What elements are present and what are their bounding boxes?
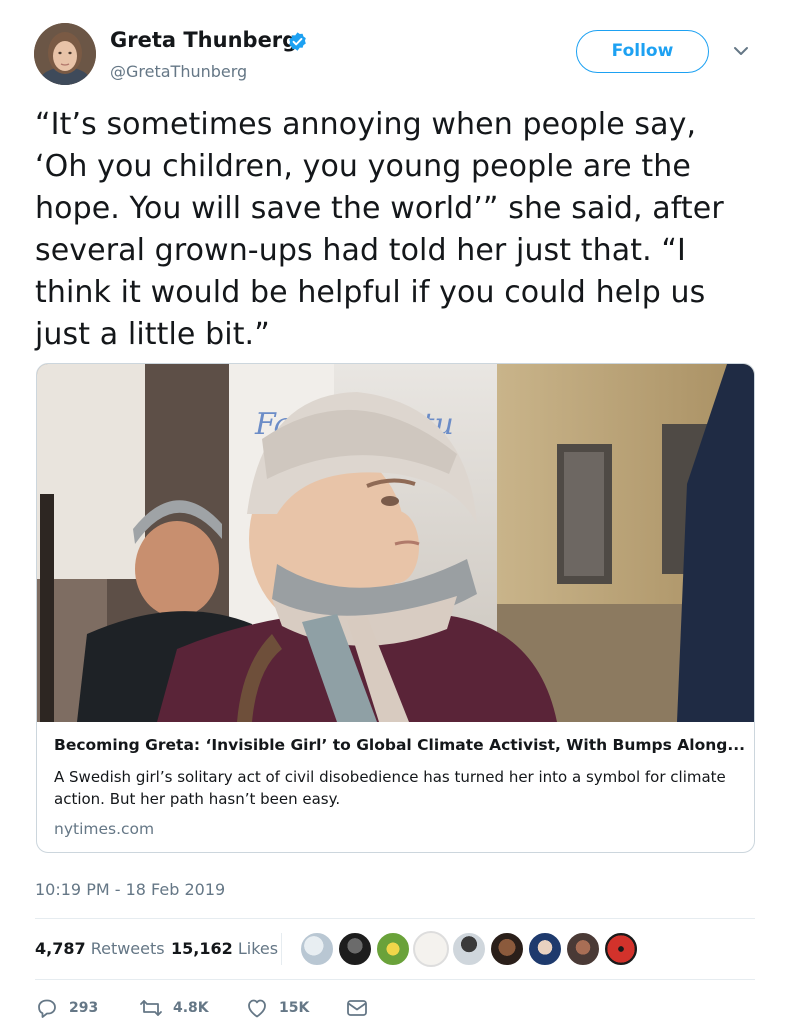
tweet-text: “It’s sometimes annoying when people say… [35, 104, 765, 356]
retweets-stat[interactable]: 4,787 Retweets [35, 939, 165, 958]
retweet-count: 4.8K [173, 1000, 209, 1016]
liker-avatar[interactable] [603, 931, 639, 967]
tweet-line: hope. You will save the world’” she said… [35, 191, 724, 226]
retweet-icon [140, 1000, 162, 1016]
tweet-line: “It’s sometimes annoying when people say… [35, 107, 697, 142]
likes-count: 15,162 [171, 939, 233, 958]
divider [35, 979, 755, 980]
verified-badge-icon [289, 32, 306, 51]
link-card[interactable]: Fath Fu Futu Becoming Greta: ‘Invisible … [36, 363, 755, 853]
card-body: Becoming Greta: ‘Invisible Girl’ to Glob… [37, 722, 754, 852]
tweet-line: think it would be helpful if you could h… [35, 275, 706, 310]
chevron-down-icon[interactable] [733, 45, 749, 57]
author-name[interactable]: Greta Thunberg [110, 28, 297, 52]
author-avatar[interactable] [34, 23, 96, 85]
like-count: 15K [279, 1000, 310, 1016]
liker-avatar[interactable] [413, 931, 449, 967]
card-image: Fath Fu Futu [37, 364, 754, 722]
stats-separator [281, 933, 282, 965]
retweets-count: 4,787 [35, 939, 86, 958]
divider [35, 918, 755, 919]
retweets-label: Retweets [90, 939, 165, 958]
liker-avatar[interactable] [299, 931, 335, 967]
liker-avatar[interactable] [337, 931, 373, 967]
tweet-line: just a little bit.” [35, 317, 270, 352]
tweet-actions: 293 4.8K 15K [35, 996, 755, 1024]
card-domain[interactable]: nytimes.com [54, 820, 154, 838]
liker-avatar[interactable] [489, 931, 525, 967]
reply-icon [38, 999, 56, 1018]
author-handle[interactable]: @GretaThunberg [110, 62, 247, 81]
message-icon [347, 1000, 367, 1016]
tweet-timestamp[interactable]: 10:19 PM - 18 Feb 2019 [35, 880, 225, 899]
liker-avatar[interactable] [565, 931, 601, 967]
liker-avatar[interactable] [527, 931, 563, 967]
heart-icon [248, 999, 266, 1018]
tweet-line: several grown-ups had told her just that… [35, 233, 686, 268]
follow-button[interactable]: Follow [576, 30, 709, 73]
reply-count: 293 [69, 1000, 99, 1016]
tweet-header: Greta Thunberg @GretaThunberg Follow [0, 0, 791, 100]
likes-stat[interactable]: 15,162 Likes [171, 939, 278, 958]
tweet-line: ‘Oh you children, you young people are t… [35, 149, 691, 184]
liker-avatar[interactable] [375, 931, 411, 967]
likes-label: Likes [237, 939, 279, 958]
liker-avatars [299, 931, 639, 967]
card-description: A Swedish girl’s solitary act of civil d… [54, 768, 726, 808]
card-title[interactable]: Becoming Greta: ‘Invisible Girl’ to Glob… [54, 736, 744, 754]
engagement-stats: 4,787 Retweets 15,162 Likes [35, 929, 755, 969]
liker-avatar[interactable] [451, 931, 487, 967]
